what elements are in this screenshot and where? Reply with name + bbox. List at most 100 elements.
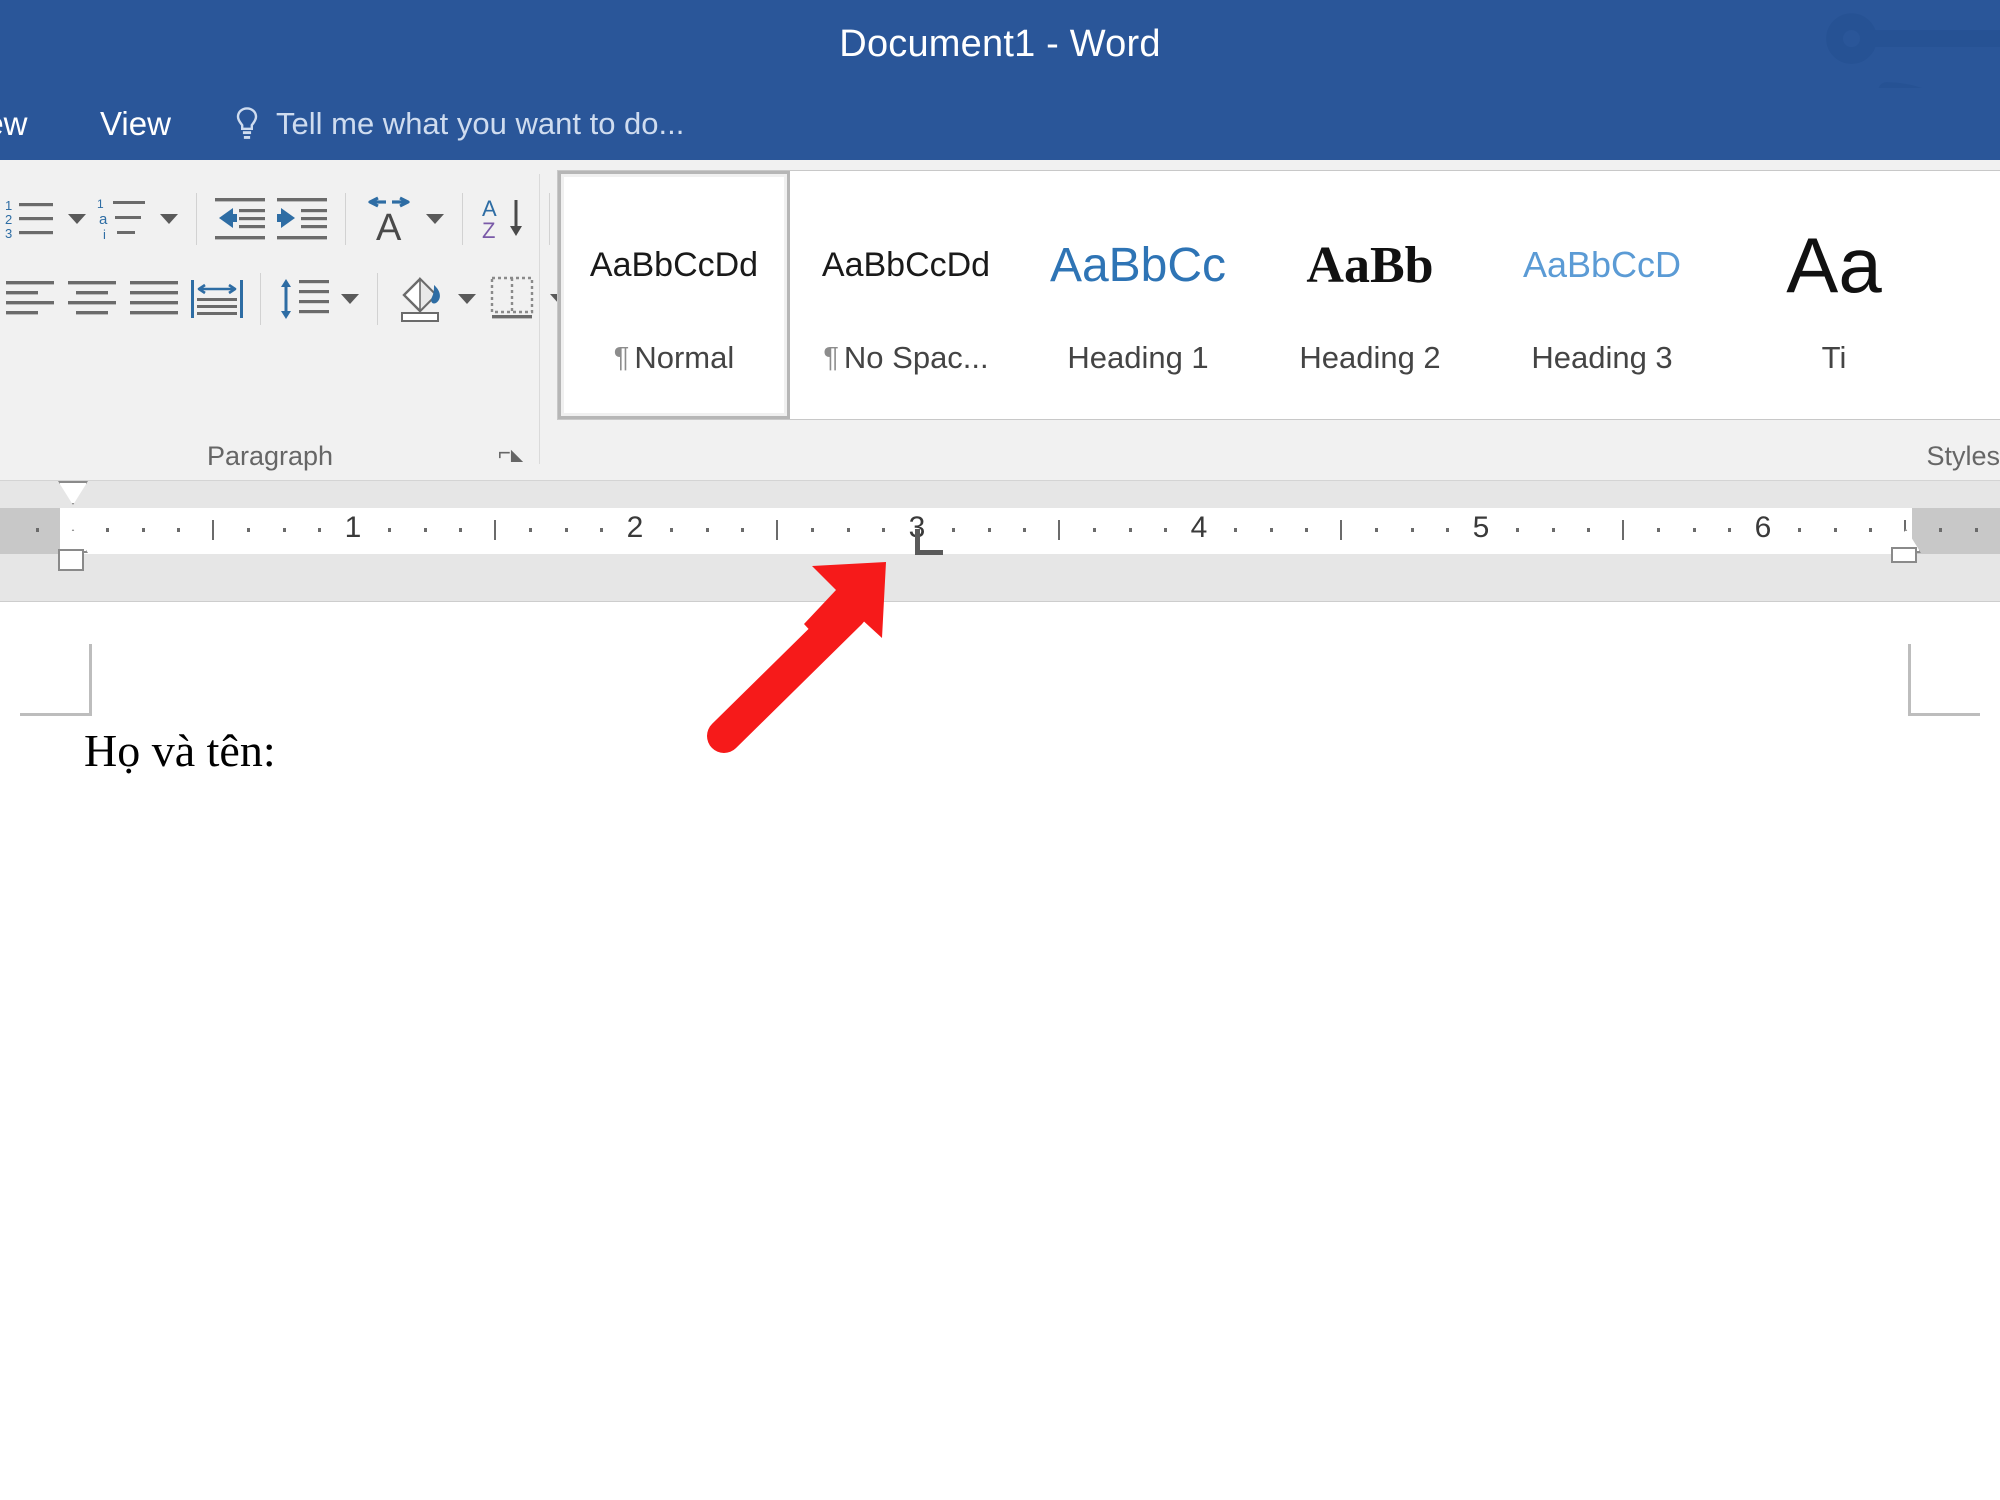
ruler-tick [740,528,744,532]
line-spacing-caret[interactable] [335,266,365,332]
align-left-button[interactable] [0,266,62,332]
ruler-tick [1516,528,1520,532]
window-title: Document1 - Word [839,22,1161,65]
ruler-tick [212,520,214,540]
style-label: Normal [634,340,735,375]
ruler-number: 6 [1754,511,1772,544]
style-preview: Aa [1721,202,1947,328]
style-preview-text: AaBbCcDd [821,245,991,284]
style-item-heading-3[interactable]: AaBbCcD Heading 3 [1486,171,1718,419]
ruler-tick [176,528,180,532]
style-label: Ti [1821,340,1847,375]
chevron-down-icon [458,294,476,304]
increase-indent-button[interactable] [271,186,333,252]
paragraph-dialog-launcher[interactable]: ⌐◣ [498,440,524,466]
shading-caret[interactable] [452,266,482,332]
document-canvas[interactable]: Họ và tên: [0,602,2000,1500]
document-body-text[interactable]: Họ và tên: [84,724,276,777]
ruler-number: 5 [1472,511,1490,544]
ruler-tick [106,528,110,532]
line-spacing-button[interactable] [273,266,335,332]
lightbulb-icon [236,107,258,139]
divider [462,193,463,245]
style-item-heading-2[interactable]: AaBb Heading 2 [1254,171,1486,419]
style-label-row: Heading 1 [1067,328,1208,388]
ruler-tick [952,528,956,532]
line-spacing-icon [281,279,329,319]
style-preview-text: AaBbCc [1049,238,1227,292]
borders-icon [490,276,534,319]
style-preview-text: AaBbCcD [1522,244,1682,285]
tab-stop-horizontal [915,550,943,555]
ruler-tick [1868,528,1872,532]
align-right-button[interactable] [124,266,186,332]
title-bar: Document1 - Word [0,0,2000,88]
ruler-tick [1234,528,1238,532]
divider [260,273,261,325]
style-label: Heading 2 [1299,340,1441,375]
asian-layout-icon: A [368,196,410,242]
ruler-tick [494,520,496,540]
paragraph-row-1: 1 2 3 1 a i A A Z [0,184,624,254]
bullets-caret[interactable] [62,186,92,252]
horizontal-ruler[interactable]: 123456 [0,508,2000,554]
ribbon-tab-row: iew View Tell me what you want to do... [0,88,2000,160]
align-right-icon [130,281,178,315]
ruler-zone: 123456 [0,481,2000,602]
style-preview: AaBbCcD [1489,202,1715,328]
sort-az-icon: A Z [482,196,522,242]
ribbon: 1 2 3 1 a i A A Z Paragraph ⌐◣ AaBbCcDd … [0,160,2000,481]
style-preview: AaBb [1257,202,1483,328]
tab-review[interactable]: iew [0,88,28,160]
pilcrow-icon: ¶ [613,341,630,374]
ribbon-group-paragraph: 1 2 3 1 a i A A Z Paragraph ⌐◣ [0,160,596,480]
bulleted-list-icon: 1 2 3 [5,198,53,241]
shading-button[interactable] [390,266,452,332]
divider [345,193,346,245]
ruler-tick [282,528,286,532]
style-item-title[interactable]: Aa Ti [1718,171,1950,419]
tab-stop-marker[interactable] [915,529,943,555]
styles-gallery[interactable]: AaBbCcDd ¶ Normal AaBbCcDd ¶ No Spac... [557,170,2000,420]
styles-group-label: Styles [1926,441,2000,471]
decrease-indent-button[interactable] [209,186,271,252]
justify-button[interactable] [186,266,248,332]
ruler-tick [776,520,778,540]
numbering-caret[interactable] [154,186,184,252]
ruler-tick [846,528,850,532]
first-line-indent-marker[interactable] [58,481,88,505]
ruler-tick [1375,528,1379,532]
divider [196,193,197,245]
decrease-indent-icon [215,198,265,240]
left-indent-marker[interactable] [58,549,84,571]
tell-me-search[interactable]: Tell me what you want to do... [232,88,684,160]
chevron-down-icon [341,294,359,304]
bullets-button[interactable]: 1 2 3 [0,186,62,252]
top-left-margin-marker [20,644,92,716]
text-direction-button[interactable]: A [358,186,420,252]
align-center-button[interactable] [62,266,124,332]
divider [377,273,378,325]
sort-button[interactable]: A Z [475,186,537,252]
numbering-button[interactable]: 1 a i [92,186,154,252]
style-label-row: ¶ Normal [614,328,734,388]
paragraph-row-2 [0,264,574,334]
style-item-normal[interactable]: AaBbCcDd ¶ Normal [558,171,790,419]
ruler-tick [1269,528,1273,532]
group-separator [539,174,540,464]
style-preview: AaBbCc [1025,202,1251,328]
ruler-tick [423,528,427,532]
tab-view[interactable]: View [100,88,171,160]
style-item-heading-1[interactable]: AaBbCc Heading 1 [1022,171,1254,419]
style-item-no-spacing[interactable]: AaBbCcDd ¶ No Spac... [790,171,1022,419]
right-indent-base[interactable] [1891,547,1917,563]
svg-text:1: 1 [97,197,104,211]
borders-button[interactable] [482,266,544,332]
pilcrow-icon: ¶ [823,341,839,374]
ruler-tick [458,528,462,532]
ruler-tick [247,528,251,532]
style-preview: AaBbCcDd [561,202,787,328]
style-preview-text: AaBb [1306,236,1434,294]
text-direction-caret[interactable] [420,186,450,252]
ruler-tick [670,528,674,532]
